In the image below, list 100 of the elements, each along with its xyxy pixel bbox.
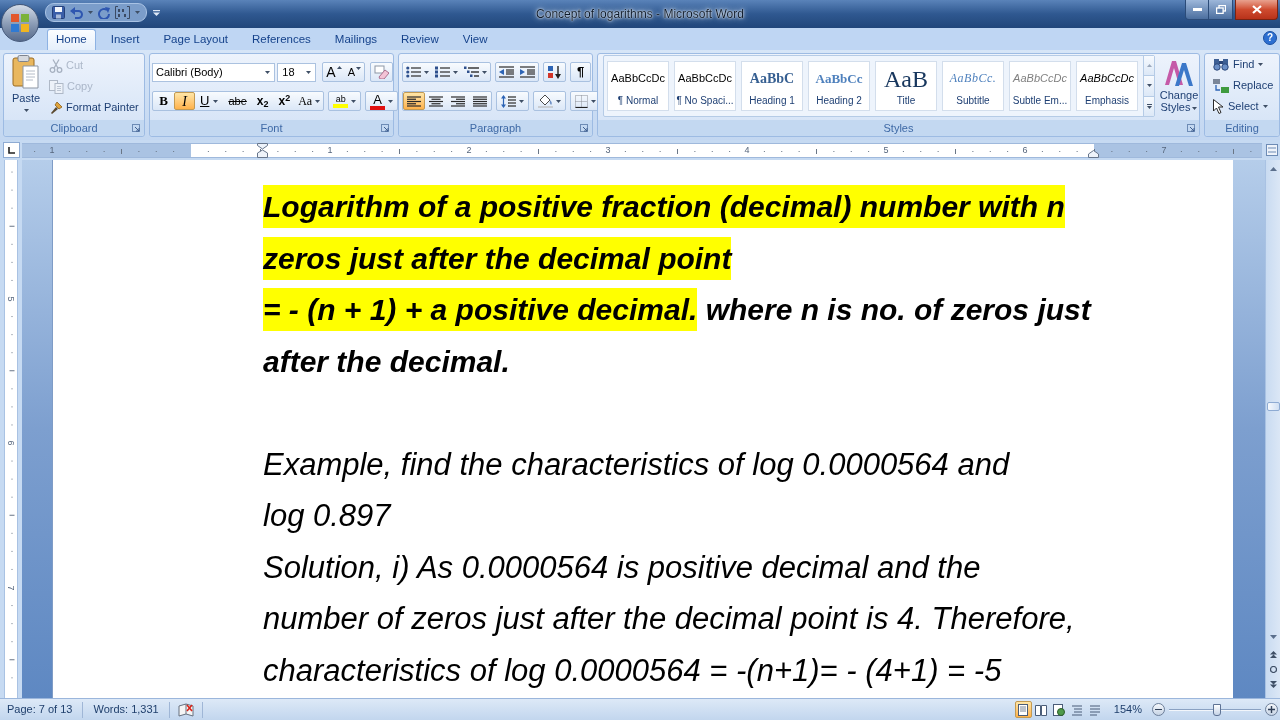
zoom-in-button[interactable] (1265, 703, 1278, 716)
align-left-button[interactable] (403, 92, 425, 110)
color-swatch-icon (333, 104, 349, 108)
print-layout-button[interactable] (1014, 701, 1032, 718)
italic-button[interactable]: I (174, 92, 195, 110)
ruler-number: 1 (49, 143, 55, 157)
ruler-number: 2 (466, 143, 472, 157)
undo-icon[interactable] (70, 6, 83, 19)
style-gallery-item[interactable]: AaBbCcDc Subtle Em... (1009, 61, 1071, 111)
ribbon-tab[interactable]: Insert (101, 29, 149, 50)
style-gallery-item[interactable]: AaBbCcDc ¶ Normal (607, 61, 669, 111)
select-button[interactable]: Select (1213, 96, 1279, 117)
find-button[interactable]: Find (1213, 54, 1279, 75)
ribbon-tab[interactable]: Home (47, 29, 96, 50)
caret-down-icon (1146, 84, 1152, 88)
web-layout-button[interactable] (1050, 701, 1068, 718)
close-button[interactable] (1235, 0, 1278, 20)
redo-icon[interactable] (98, 6, 110, 19)
caret-icon (1262, 105, 1268, 108)
indent-marker-icon[interactable] (1088, 149, 1099, 158)
style-gallery-item[interactable]: AaBbCc Heading 2 (808, 61, 870, 111)
office-button[interactable] (1, 4, 39, 42)
sort-button[interactable] (543, 62, 566, 82)
proofing-book-icon[interactable] (177, 702, 194, 717)
font-size-dropdown[interactable]: 18 (277, 62, 317, 82)
style-gallery-item[interactable]: AaBbCc. Subtitle (942, 61, 1004, 111)
change-case-button[interactable]: Aa (295, 92, 324, 110)
increase-indent-button[interactable] (517, 63, 538, 81)
word-count[interactable]: Words: 1,331 (83, 701, 169, 718)
underline-button[interactable]: U (195, 92, 224, 110)
grow-font-button[interactable]: A (323, 63, 345, 81)
text-highlight-button[interactable]: ab (328, 91, 362, 111)
paint-bucket-icon (538, 94, 553, 108)
minimize-icon (1192, 8, 1202, 11)
group-label: Clipboard (50, 122, 98, 134)
clear-formatting-button[interactable] (370, 62, 393, 82)
replace-button[interactable]: Replace (1213, 75, 1279, 96)
caret-icon (306, 70, 312, 74)
tab-selector-button[interactable] (3, 142, 20, 158)
zoom-level[interactable]: 154% (1113, 701, 1142, 718)
restore-button[interactable] (1209, 0, 1232, 19)
font-name-dropdown[interactable]: Calibri (Body) (152, 62, 276, 82)
ruler-toggle-icon[interactable] (1266, 144, 1278, 156)
caret-icon (23, 109, 29, 112)
sort-icon (548, 65, 561, 79)
paintbrush-icon (49, 100, 63, 115)
dialog-launcher-icon[interactable] (132, 124, 140, 132)
bullets-icon (406, 66, 421, 78)
slider-thumb[interactable] (1212, 703, 1221, 716)
minus-icon (1155, 708, 1162, 711)
page-count[interactable]: Page: 7 of 13 (0, 701, 83, 718)
more-icon (1146, 103, 1152, 109)
ribbon-tab[interactable]: Mailings (325, 29, 387, 50)
dialog-launcher-icon[interactable] (1187, 124, 1195, 132)
strikethrough-button[interactable]: abe (223, 92, 252, 110)
show-formatting-button[interactable]: ¶ (570, 62, 592, 82)
caret-up-icon (336, 66, 342, 69)
font-color-button[interactable]: A (365, 91, 399, 111)
style-gallery-item[interactable]: AaB Title (875, 61, 937, 111)
bold-button[interactable]: B (153, 92, 174, 110)
bracket-box-icon[interactable] (115, 6, 130, 19)
zoom-slider[interactable] (1169, 702, 1261, 717)
superscript-button[interactable]: x$^{2}$ (273, 92, 296, 110)
subscript-button[interactable]: x$_{2}$ (251, 92, 274, 110)
help-button[interactable]: ? (1263, 31, 1277, 45)
format-painter-button[interactable]: Format Painter (49, 97, 139, 118)
save-icon[interactable] (52, 6, 65, 19)
ruler-number: 5 (6, 295, 16, 303)
caret-icon (482, 70, 487, 74)
next-page-icon[interactable] (1269, 681, 1277, 688)
style-gallery-item[interactable]: AaBbCcDc Emphasis (1076, 61, 1138, 111)
previous-page-icon[interactable] (1269, 651, 1277, 658)
shading-button[interactable] (533, 91, 566, 111)
style-gallery-item[interactable]: AaBbCcDc ¶ No Spaci... (674, 61, 736, 111)
binoculars-icon (1213, 58, 1229, 71)
minimize-button[interactable] (1186, 0, 1209, 19)
paste-button[interactable]: Paste (7, 55, 45, 112)
ribbon-tab[interactable]: Page Layout (154, 29, 238, 50)
scroll-up-icon[interactable] (1269, 167, 1277, 171)
zoom-out-button[interactable] (1152, 703, 1165, 716)
decrease-indent-button[interactable] (496, 63, 517, 81)
style-gallery-item[interactable]: AaBbC Heading 1 (741, 61, 803, 111)
indent-marker-icon[interactable] (257, 142, 268, 158)
gallery-more-button[interactable] (1144, 96, 1154, 116)
ribbon-tab[interactable]: References (243, 29, 320, 50)
style-preview: AaBbCcDc (1080, 73, 1134, 84)
gallery-scroll-down-button[interactable] (1144, 75, 1154, 97)
style-preview: AaBbC (749, 73, 795, 84)
customize-caret-icon[interactable] (153, 10, 160, 16)
browse-object-icon[interactable] (1269, 666, 1277, 673)
ribbon-tab[interactable]: Review (392, 29, 448, 50)
shrink-font-button[interactable]: A (344, 63, 364, 81)
ruler-number: 4 (744, 143, 750, 157)
dialog-launcher-icon[interactable] (580, 124, 588, 132)
scroll-down-icon[interactable] (1269, 635, 1277, 639)
scrollbar-thumb[interactable] (1266, 402, 1280, 411)
dialog-launcher-icon[interactable] (381, 124, 389, 132)
change-styles-button[interactable]: Change Styles (1159, 55, 1199, 113)
line-spacing-button[interactable] (496, 91, 529, 111)
ribbon-tab[interactable]: View (453, 29, 497, 50)
